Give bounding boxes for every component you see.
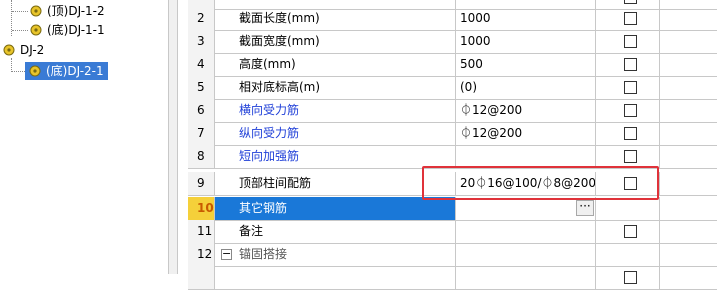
property-value[interactable] — [456, 220, 596, 243]
group-header: − 锚固搭接 — [215, 243, 456, 266]
table-row[interactable]: 4 高度(mm) 500 — [188, 53, 717, 77]
attach-checkbox[interactable] — [624, 271, 637, 284]
attach-checkbox[interactable] — [624, 35, 637, 48]
attach-cell — [596, 243, 660, 266]
property-value[interactable]: ⏀12@200 — [456, 99, 596, 122]
row-number: 5 — [188, 76, 215, 99]
tree-line — [11, 58, 12, 72]
attach-checkbox[interactable] — [624, 150, 637, 163]
property-name: 备注 — [215, 220, 456, 243]
component-group-icon — [3, 44, 15, 56]
property-value — [456, 243, 596, 266]
component-icon — [30, 24, 42, 36]
attach-cell — [596, 220, 660, 243]
tree-line — [12, 11, 28, 12]
attach-cell — [596, 99, 660, 122]
table-row[interactable] — [188, 266, 717, 290]
tree-node-label: DJ-2 — [20, 43, 45, 57]
property-value[interactable]: 1000 — [456, 30, 596, 53]
attach-cell — [596, 197, 660, 220]
attach-checkbox[interactable] — [624, 58, 637, 71]
table-row[interactable]: 11 备注 — [188, 220, 717, 244]
property-name: 截面宽度(mm) — [215, 30, 456, 53]
attach-checkbox[interactable] — [624, 127, 637, 140]
property-value[interactable]: 1000 — [456, 7, 596, 30]
element-tree: (顶)DJ-1-2 (底)DJ-1-1 DJ-2 (底)DJ-2-1 — [0, 0, 168, 274]
table-row[interactable]: 3 截面宽度(mm) 1000 — [188, 30, 717, 54]
property-name-link[interactable]: 短向加强筋 — [215, 145, 456, 168]
property-value[interactable] — [456, 145, 596, 168]
attach-checkbox[interactable] — [624, 81, 637, 94]
property-value[interactable]: 20⏀16@100/⏀8@200 — [456, 172, 596, 195]
property-value[interactable]: (0) — [456, 76, 596, 99]
property-value[interactable]: ⏀12@200 — [456, 122, 596, 145]
attach-cell — [596, 172, 660, 195]
attach-checkbox[interactable] — [624, 12, 637, 25]
table-row[interactable]: 7 纵向受力筋 ⏀12@200 — [188, 122, 717, 146]
table-row[interactable]: 5 相对底标高(m) (0) — [188, 76, 717, 100]
tree-line — [12, 71, 25, 72]
property-name: 其它钢筋 — [215, 197, 456, 220]
component-icon — [30, 5, 42, 17]
attach-cell — [596, 30, 660, 53]
property-grid: 2 截面长度(mm) 1000 3 截面宽度(mm) 1000 4 高度(mm)… — [188, 0, 717, 290]
tree-node-dj-1-2[interactable]: (顶)DJ-1-2 — [30, 2, 105, 20]
table-row[interactable]: 6 横向受力筋 ⏀12@200 — [188, 99, 717, 123]
row-number: 9 — [188, 172, 215, 195]
row-number: 10 — [188, 197, 215, 220]
attach-cell — [596, 7, 660, 30]
tree-node-dj-2[interactable]: DJ-2 — [3, 41, 44, 59]
row-number: 12 — [188, 243, 215, 266]
row-number: 4 — [188, 53, 215, 76]
property-name-link[interactable]: 横向受力筋 — [215, 99, 456, 122]
row-number: 11 — [188, 220, 215, 243]
property-value[interactable]: 500 — [456, 53, 596, 76]
attach-checkbox[interactable] — [624, 0, 637, 4]
row-number: 2 — [188, 7, 215, 30]
row-number — [188, 266, 215, 289]
panel-splitter[interactable] — [168, 0, 178, 274]
attach-cell — [596, 266, 660, 289]
row-number: 8 — [188, 145, 215, 168]
property-name-link[interactable]: 纵向受力筋 — [215, 122, 456, 145]
table-row[interactable]: 2 截面长度(mm) 1000 — [188, 7, 717, 31]
table-row-selected[interactable]: 10 其它钢筋 ··· — [188, 197, 717, 221]
component-icon — [29, 65, 41, 77]
tree-node-label: (顶)DJ-1-2 — [47, 4, 105, 18]
property-name — [215, 266, 456, 289]
group-name: 锚固搭接 — [239, 247, 288, 261]
row-number: 6 — [188, 99, 215, 122]
attach-cell — [596, 145, 660, 168]
table-row[interactable]: 9 顶部柱间配筋 20⏀16@100/⏀8@200 — [188, 172, 717, 196]
tree-line — [12, 30, 28, 31]
attach-checkbox[interactable] — [624, 225, 637, 238]
tree-node-dj-2-1[interactable]: (底)DJ-2-1 — [25, 62, 108, 80]
attach-cell — [596, 53, 660, 76]
attach-checkbox[interactable] — [624, 177, 637, 190]
property-name: 相对底标高(m) — [215, 76, 456, 99]
property-name: 顶部柱间配筋 — [215, 172, 456, 195]
attach-checkbox[interactable] — [624, 104, 637, 117]
property-name: 截面长度(mm) — [215, 7, 456, 30]
attach-cell — [596, 122, 660, 145]
ellipsis-button[interactable]: ··· — [576, 200, 594, 216]
tree-node-label: (底)DJ-1-1 — [47, 23, 105, 37]
tree-node-label: (底)DJ-2-1 — [46, 64, 104, 78]
attach-cell — [596, 76, 660, 99]
property-value[interactable] — [456, 266, 596, 289]
row-number: 3 — [188, 30, 215, 53]
property-name: 高度(mm) — [215, 53, 456, 76]
tree-node-dj-1-1[interactable]: (底)DJ-1-1 — [30, 21, 105, 39]
table-row[interactable]: 8 短向加强筋 — [188, 145, 717, 169]
collapse-icon[interactable]: − — [221, 248, 232, 260]
row-number: 7 — [188, 122, 215, 145]
table-row-group[interactable]: 12 − 锚固搭接 — [188, 243, 717, 267]
property-value[interactable]: ··· — [456, 197, 596, 220]
